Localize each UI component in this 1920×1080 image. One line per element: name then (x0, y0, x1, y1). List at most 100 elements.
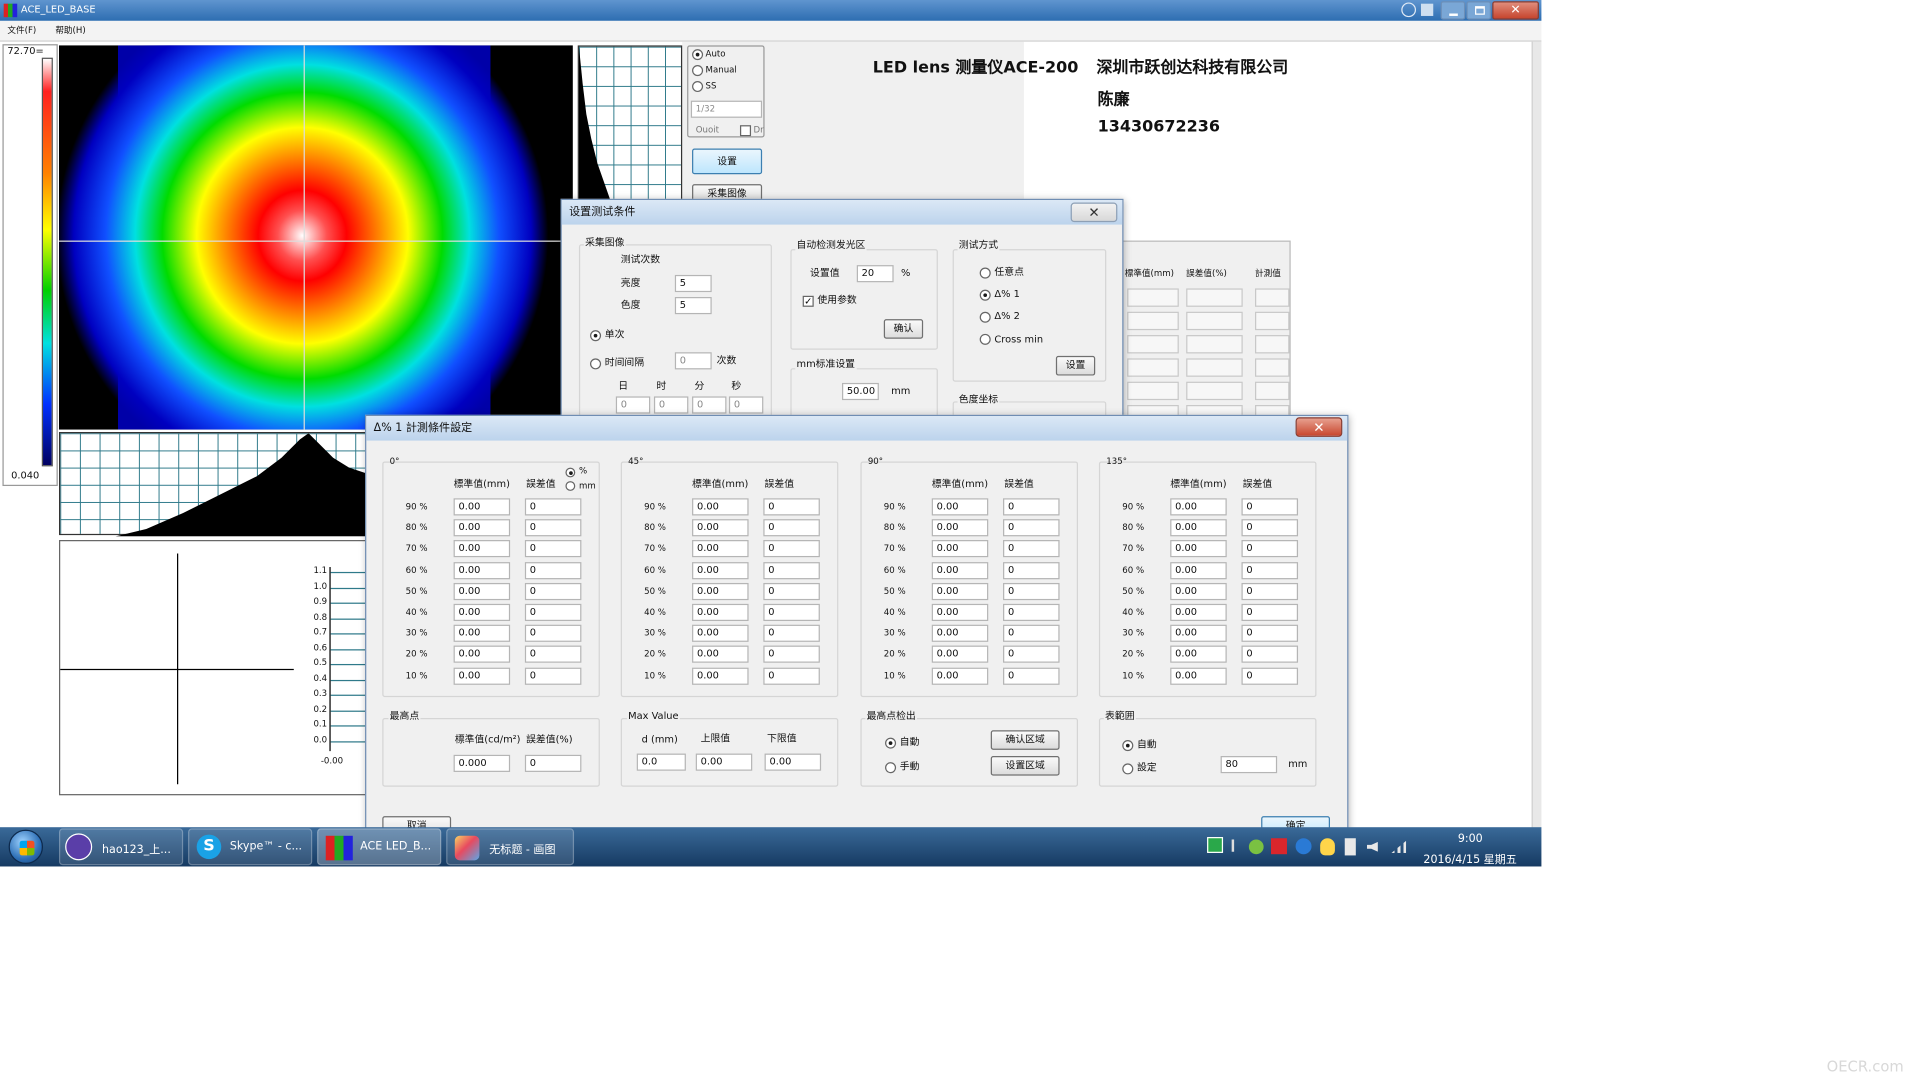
mode-ss-radio[interactable] (692, 81, 704, 93)
err-value-input[interactable]: 0 (763, 561, 820, 579)
err-value-input[interactable]: 0 (1241, 519, 1299, 537)
unit-mm-radio[interactable] (565, 481, 576, 491)
std-value-input[interactable]: 0.00 (692, 603, 749, 622)
std-value-input[interactable]: 0.00 (1170, 646, 1227, 664)
range-auto-radio[interactable] (1122, 740, 1134, 752)
err-value-input[interactable]: 0 (1003, 498, 1060, 516)
std-value-input[interactable]: 0.00 (1170, 667, 1227, 685)
close-button[interactable]: ✕ (1492, 1, 1539, 20)
std-value-input[interactable]: 0.00 (692, 498, 749, 516)
std-value-input[interactable]: 0.00 (931, 498, 989, 516)
mode-auto-radio[interactable] (692, 49, 704, 61)
err-value-input[interactable]: 0 (1003, 624, 1060, 643)
std-value-input[interactable]: 0.00 (692, 561, 749, 579)
method-delta2-radio[interactable] (979, 311, 991, 323)
interval-hour-input[interactable]: 0 (653, 396, 689, 414)
range-value-input[interactable]: 80 (1220, 756, 1278, 774)
auto-confirm-button[interactable]: 确认 (883, 319, 924, 339)
std-value-input[interactable]: 0.00 (692, 667, 749, 685)
err-value-input[interactable]: 0 (524, 582, 582, 600)
std-value-input[interactable]: 0.00 (453, 540, 511, 558)
clock-time[interactable]: 9:00 (1458, 833, 1483, 845)
std-value-input[interactable]: 0.00 (453, 519, 511, 537)
err-value-input[interactable]: 0 (1241, 498, 1299, 516)
std-value-input[interactable]: 0.00 (1170, 561, 1227, 579)
taskbar-item-paint[interactable]: 无标题 - 画图 (446, 828, 575, 866)
err-value-input[interactable]: 0 (524, 603, 582, 622)
err-value-input[interactable]: 0 (1003, 603, 1060, 622)
set-area-button[interactable]: 设置区域 (990, 756, 1060, 776)
std-value-input[interactable]: 0.00 (1170, 519, 1227, 537)
set-value-input[interactable]: 20 (856, 265, 894, 283)
max-lower-input[interactable]: 0.00 (764, 753, 822, 771)
std-value-input[interactable]: 0.00 (1170, 624, 1227, 643)
err-value-input[interactable]: 0 (524, 540, 582, 558)
detect-manual-radio[interactable] (885, 762, 897, 774)
err-value-input[interactable]: 0 (1241, 603, 1299, 622)
std-value-input[interactable]: 0.00 (692, 646, 749, 664)
interval-minute-input[interactable]: 0 (692, 396, 727, 414)
peak-err-input[interactable]: 0 (524, 754, 582, 772)
std-value-input[interactable]: 0.00 (453, 624, 511, 643)
range-set-radio[interactable] (1122, 763, 1134, 775)
err-value-input[interactable]: 0 (763, 624, 820, 643)
err-value-input[interactable]: 0 (763, 603, 820, 622)
err-value-input[interactable]: 0 (524, 624, 582, 643)
detect-auto-radio[interactable] (885, 737, 897, 749)
std-value-input[interactable]: 0.00 (692, 540, 749, 558)
err-value-input[interactable]: 0 (524, 667, 582, 685)
minimize-button[interactable] (1440, 1, 1466, 20)
std-value-input[interactable]: 0.00 (453, 582, 511, 600)
taskbar-item-ace[interactable]: ACE LED_B... (317, 828, 442, 866)
err-value-input[interactable]: 0 (763, 667, 820, 685)
err-value-input[interactable]: 0 (1241, 646, 1299, 664)
std-value-input[interactable]: 0.00 (453, 667, 511, 685)
tray-arrow-icon[interactable] (1231, 839, 1242, 852)
luminance-heatmap[interactable] (59, 45, 573, 430)
use-params-checkbox[interactable]: ✓ (802, 295, 814, 307)
max-d-input[interactable]: 0.0 (636, 753, 686, 771)
std-value-input[interactable]: 0.00 (931, 646, 989, 664)
brightness-input[interactable]: 5 (674, 274, 712, 293)
err-value-input[interactable]: 0 (1241, 561, 1299, 579)
std-value-input[interactable]: 0.00 (692, 582, 749, 600)
network-icon[interactable] (1391, 840, 1407, 853)
err-value-input[interactable]: 0 (1003, 667, 1060, 685)
interval-second-input[interactable]: 0 (728, 396, 764, 414)
err-value-input[interactable]: 0 (1003, 561, 1060, 579)
dr-checkbox[interactable] (739, 125, 752, 137)
err-value-input[interactable]: 0 (1003, 519, 1060, 537)
err-value-input[interactable]: 0 (1003, 646, 1060, 664)
std-value-input[interactable]: 0.00 (1170, 603, 1227, 622)
peak-std-input[interactable]: 0.000 (453, 754, 511, 772)
std-value-input[interactable]: 0.00 (931, 561, 989, 579)
err-value-input[interactable]: 0 (1241, 624, 1299, 643)
single-radio[interactable] (590, 330, 602, 342)
tray-red-icon[interactable] (1270, 838, 1287, 855)
std-value-input[interactable]: 0.00 (1170, 582, 1227, 600)
std-value-input[interactable]: 0.00 (453, 561, 511, 579)
err-value-input[interactable]: 0 (1241, 540, 1299, 558)
start-button[interactable] (8, 829, 44, 865)
unit-pct-radio[interactable] (565, 467, 576, 478)
method-set-button[interactable]: 设置 (1055, 355, 1096, 376)
std-value-input[interactable]: 0.00 (453, 603, 511, 622)
delta-dialog-close-button[interactable]: ✕ (1295, 417, 1343, 437)
right-scrollbar[interactable] (1531, 41, 1542, 829)
err-value-input[interactable]: 0 (1003, 540, 1060, 558)
std-value-input[interactable]: 0.00 (1170, 498, 1227, 516)
std-value-input[interactable]: 0.00 (453, 498, 511, 516)
err-value-input[interactable]: 0 (1003, 582, 1060, 600)
max-upper-input[interactable]: 0.00 (695, 753, 753, 771)
mm-standard-input[interactable]: 50.00 (842, 382, 879, 401)
err-value-input[interactable]: 0 (763, 519, 820, 537)
tray-device-icon[interactable] (1344, 838, 1356, 856)
err-value-input[interactable]: 0 (763, 540, 820, 558)
volume-icon[interactable] (1366, 841, 1378, 852)
taskbar-item-hao123[interactable]: hao123_上... (59, 828, 184, 866)
color-input[interactable]: 5 (674, 297, 712, 315)
search-icon[interactable] (1401, 2, 1417, 18)
mode-manual-radio[interactable] (692, 65, 704, 77)
err-value-input[interactable]: 0 (524, 498, 582, 516)
settings-button[interactable]: 设置 (692, 148, 763, 175)
